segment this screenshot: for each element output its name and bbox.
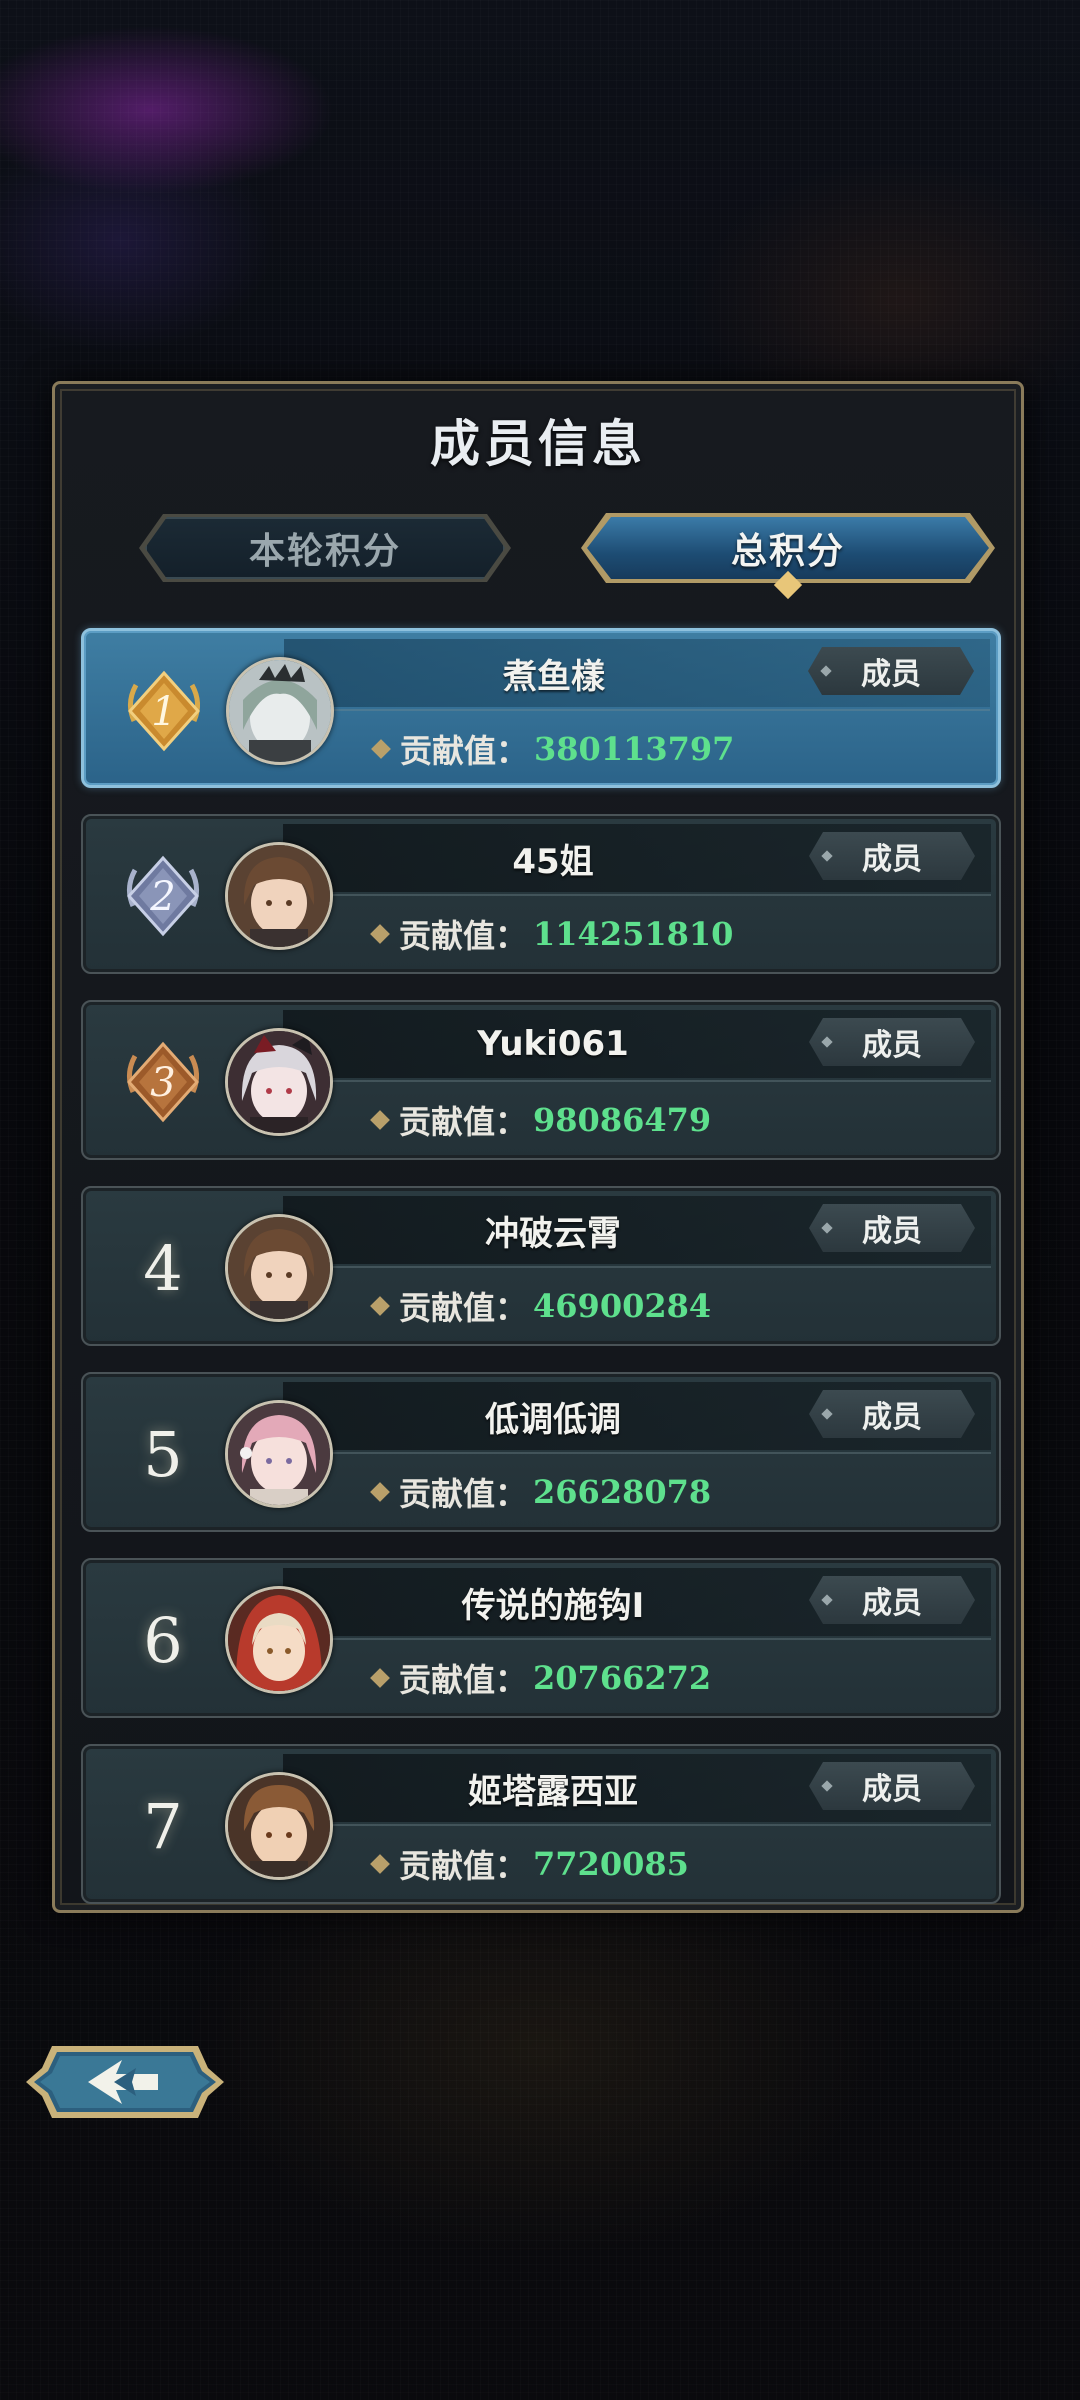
diamond-icon bbox=[370, 1668, 390, 1688]
role-badge: 成员 bbox=[809, 832, 975, 880]
member-name: 45姐 bbox=[512, 841, 594, 882]
diamond-icon bbox=[370, 1110, 390, 1130]
svg-text:2: 2 bbox=[149, 874, 175, 920]
tab-round-score[interactable]: 本轮积分 bbox=[145, 517, 505, 579]
role-badge: 成员 bbox=[809, 1018, 975, 1066]
tab-total-score[interactable]: 总积分 bbox=[587, 517, 989, 579]
diamond-icon bbox=[370, 924, 390, 944]
contribution-value: 98086479 bbox=[533, 1101, 712, 1139]
rank-number: 5 bbox=[143, 1417, 183, 1491]
avatar bbox=[225, 1214, 333, 1322]
contribution: 贡献值： 98086479 bbox=[370, 1094, 712, 1146]
contribution-value: 20766272 bbox=[533, 1659, 712, 1697]
avatar bbox=[225, 1028, 333, 1136]
member-name: 煮鱼樣 bbox=[503, 656, 605, 697]
rank-number: 7 bbox=[143, 1789, 183, 1863]
member-name: Yuki061 bbox=[477, 1024, 629, 1064]
avatar bbox=[225, 842, 333, 950]
diamond-icon bbox=[370, 1482, 390, 1502]
member-row[interactable]: 5 低调低调 成员 贡献值： 26628078 bbox=[81, 1372, 1001, 1532]
contribution-value: 114251810 bbox=[533, 915, 734, 953]
back-button[interactable] bbox=[22, 2038, 228, 2126]
role-badge: 成员 bbox=[809, 1390, 975, 1438]
role-badge: 成员 bbox=[809, 1762, 975, 1810]
diamond-icon bbox=[370, 1296, 390, 1316]
diamond-icon bbox=[370, 1854, 390, 1874]
member-name: 姬塔露西亚 bbox=[468, 1771, 638, 1812]
avatar bbox=[225, 1772, 333, 1880]
contribution: 贡献值： 380113797 bbox=[371, 723, 735, 775]
rank-number: 4 bbox=[143, 1231, 183, 1305]
member-name: 冲破云霄 bbox=[485, 1213, 621, 1254]
avatar bbox=[226, 657, 334, 765]
panel-title: 成员信息 bbox=[430, 414, 646, 473]
role-badge: 成员 bbox=[808, 647, 974, 695]
diamond-icon bbox=[371, 739, 391, 759]
member-row[interactable]: 3 Yuki061 成员 贡献值： 98086479 bbox=[81, 1000, 1001, 1160]
contribution: 贡献值： 26628078 bbox=[370, 1466, 712, 1518]
contribution-value: 26628078 bbox=[533, 1473, 712, 1511]
contribution: 贡献值： 46900284 bbox=[370, 1280, 712, 1332]
member-info-panel: 成员信息 本轮积分 总积分 1 煮鱼樣 成员 贡献值： 380113797 2 … bbox=[52, 381, 1024, 1913]
avatar bbox=[225, 1400, 333, 1508]
contribution-value: 7720085 bbox=[533, 1845, 689, 1883]
member-row[interactable]: 6 传说的施钩I 成员 贡献值： 20766272 bbox=[81, 1558, 1001, 1718]
member-row[interactable]: 4 冲破云霄 成员 贡献值： 46900284 bbox=[81, 1186, 1001, 1346]
svg-text:1: 1 bbox=[151, 689, 176, 735]
role-badge: 成员 bbox=[809, 1204, 975, 1252]
contribution: 贡献值： 20766272 bbox=[370, 1652, 712, 1704]
member-row[interactable]: 2 45姐 成员 贡献值： 114251810 bbox=[81, 814, 1001, 974]
role-badge: 成员 bbox=[809, 1576, 975, 1624]
member-name: 传说的施钩I bbox=[461, 1585, 645, 1626]
member-row[interactable]: 1 煮鱼樣 成员 贡献值： 380113797 bbox=[81, 628, 1001, 788]
contribution-value: 46900284 bbox=[533, 1287, 712, 1325]
contribution: 贡献值： 7720085 bbox=[370, 1838, 689, 1890]
member-row[interactable]: 7 姬塔露西亚 成员 贡献值： 7720085 bbox=[81, 1744, 1001, 1904]
contribution: 贡献值： 114251810 bbox=[370, 908, 734, 960]
contribution-value: 380113797 bbox=[534, 730, 735, 768]
silver-rank-badge-icon: 2 bbox=[126, 855, 200, 937]
bronze-rank-badge-icon: 3 bbox=[126, 1041, 200, 1123]
gold-rank-badge-icon: 1 bbox=[127, 670, 201, 752]
avatar bbox=[225, 1586, 333, 1694]
member-name: 低调低调 bbox=[485, 1399, 621, 1440]
svg-text:3: 3 bbox=[150, 1060, 175, 1106]
rank-number: 6 bbox=[143, 1603, 183, 1677]
score-tabs: 本轮积分 总积分 bbox=[139, 513, 995, 600]
